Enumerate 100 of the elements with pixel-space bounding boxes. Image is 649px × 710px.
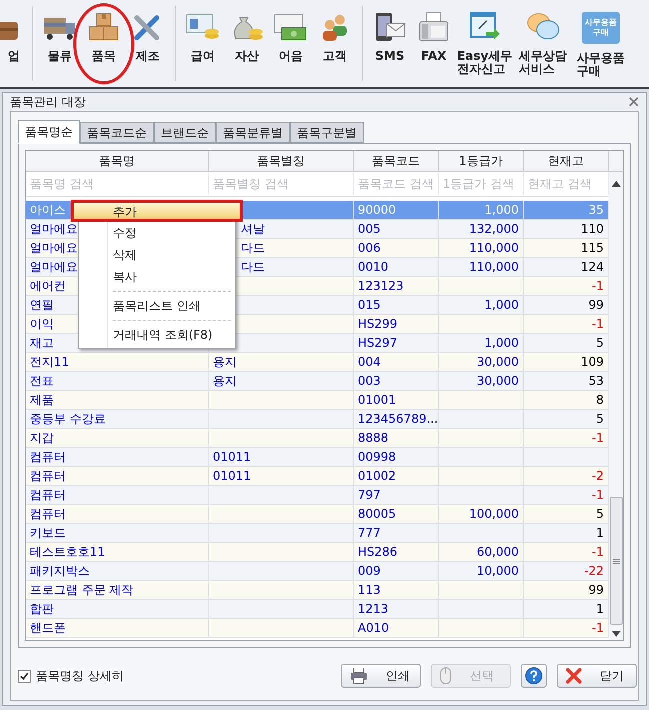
tab[interactable]: 품목코드순 [80,122,154,143]
window-title: 품목관리 대장 [10,94,86,111]
table-cell: 5 [596,507,604,521]
table-row[interactable]: 핸드폰 A010 -1 [26,619,609,638]
table-cell: 123123 [358,279,404,293]
toolbar-button[interactable]: 급여 [181,0,225,87]
table-row[interactable]: 전표 용지 003 30,000 53 [26,372,609,391]
table-cell: 1 [596,602,604,616]
table-cell: -1 [592,488,604,502]
toolbar-button[interactable]: SMS [368,0,412,87]
toolbar-button[interactable]: FAX [412,0,456,87]
table-cell: 에어컨 [30,279,66,293]
table-cell: 004 [358,355,381,369]
table-cell: 컴퓨터 [30,507,66,521]
table-row[interactable]: 제품 01001 8 [26,391,609,410]
table-row[interactable]: 프로그램 주문 제작 113 99 [26,581,609,600]
table-cell: -1 [592,621,604,635]
table-cell: 합판 [30,602,54,616]
toolbar-button[interactable]: 사무용품 구매 사무용품 구매 [572,0,630,87]
toolbar-button[interactable]: 고객 [313,0,357,87]
table-row[interactable]: 중등부 수강료 123456789... 5 [26,410,609,429]
tab[interactable]: 품목구분별 [290,122,364,143]
toolbar-button[interactable]: 물류 [38,0,82,87]
toolbar-button[interactable]: 품목 [82,0,126,87]
table-cell: 컴퓨터 [30,469,66,483]
menu-item[interactable]: 품목리스트 인쇄 [79,295,235,317]
column-header[interactable]: 1등급가 [439,151,524,171]
table-cell: -2 [592,469,604,483]
table-row[interactable]: 컴퓨터 80005 100,000 5 [26,505,609,524]
table-cell: 132,000 [469,222,519,236]
table-row[interactable]: 컴퓨터 01011 00998 [26,448,609,467]
table-cell: 1,000 [484,203,519,217]
table-cell: 110 [581,222,604,236]
table-cell: 53 [588,374,604,388]
table-row[interactable]: 컴퓨터 797 -1 [26,486,609,505]
column-header[interactable]: 현재고 [524,151,609,171]
table-cell: 01002 [358,469,396,483]
action-button[interactable]: 인쇄 [341,664,421,688]
shop-sign-icon: 사무용품 구매 [582,12,620,44]
table-cell: 00998 [358,450,396,464]
table-cell: 99 [588,298,604,312]
table-cell: 124 [581,260,604,274]
table-cell: 1213 [358,602,389,616]
table-row[interactable]: 키보드 777 1 [26,524,609,543]
table-cell: HS286 [358,545,398,559]
table-cell: 얼마에요 [30,222,78,236]
table-row[interactable]: 지갑 8888 -1 [26,429,609,448]
table-cell: 30,000 [477,355,519,369]
table-cell: 용지 [213,374,237,388]
column-header[interactable]: 품목코드 [354,151,439,171]
table-row[interactable]: 합판 1213 1 [26,600,609,619]
table-cell: 115 [581,241,604,255]
table-cell: 다드 [241,241,265,255]
toolbar-button[interactable]: 업 [0,0,20,87]
table-cell: 99 [588,583,604,597]
menu-item[interactable]: 추가 [71,200,243,222]
table-cell: 중등부 수강료 [30,412,106,426]
toolbar-button[interactable]: 어음 [269,0,313,87]
table-cell: 재고 [30,336,54,350]
table-cell: 01001 [358,393,396,407]
table-cell: 용지 [213,355,237,369]
table-cell: 핸드폰 [30,621,66,635]
table-row[interactable]: 패키지박스 009 10,000 -22 [26,562,609,581]
table-cell: 60,000 [477,545,519,559]
table-cell: 01011 [213,450,252,464]
table-cell: HS299 [358,317,398,331]
table-row[interactable]: 전지11 용지 004 30,000 109 [26,353,609,372]
table-cell: 110,000 [469,260,519,274]
table-cell: 35 [588,203,604,217]
tab[interactable]: 품목분류별 [216,122,290,143]
toolbar-button[interactable]: 제조 [126,0,170,87]
checkbox-label: 품목명칭 상세히 [36,668,124,685]
table-cell: 얼마에요 [30,241,78,255]
table-cell: 10,000 [477,564,519,578]
table-row[interactable]: 테스트호호11 HS286 60,000 -1 [26,543,609,562]
table-cell: 테스트호호11 [30,545,106,559]
toolbar-button[interactable]: 자산 [225,0,269,87]
table-cell: 얼마에요 [30,260,78,274]
tab[interactable]: 품목명순 [18,120,80,144]
table-cell: -1 [592,545,604,559]
table-cell: 키보드 [30,526,66,540]
table-cell: A010 [358,621,390,635]
tab[interactable]: 브랜드순 [154,122,216,143]
toolbar-button[interactable]: 세무상담 서비스 [514,0,572,87]
column-header[interactable]: 품목명 [26,151,209,171]
table-cell: 지갑 [30,431,54,445]
table-cell: 0010 [358,260,389,274]
table-cell: -1 [592,317,604,331]
column-header[interactable]: 품목별칭 [209,151,354,171]
table-cell: 프로그램 주문 제작 [30,583,134,597]
table-cell: 8888 [358,431,389,445]
table-cell: 30,000 [477,374,519,388]
table-cell: 777 [358,526,381,540]
table-cell: 컴퓨터 [30,488,66,502]
table-cell: 전표 [30,374,54,388]
table-cell: 003 [358,374,381,388]
table-cell: -1 [592,431,604,445]
toolbar-button[interactable]: Easy세무 전자신고 [456,0,514,87]
table-row[interactable]: 컴퓨터 01011 01002 -2 [26,467,609,486]
action-button[interactable]: 닫기 [557,664,637,688]
